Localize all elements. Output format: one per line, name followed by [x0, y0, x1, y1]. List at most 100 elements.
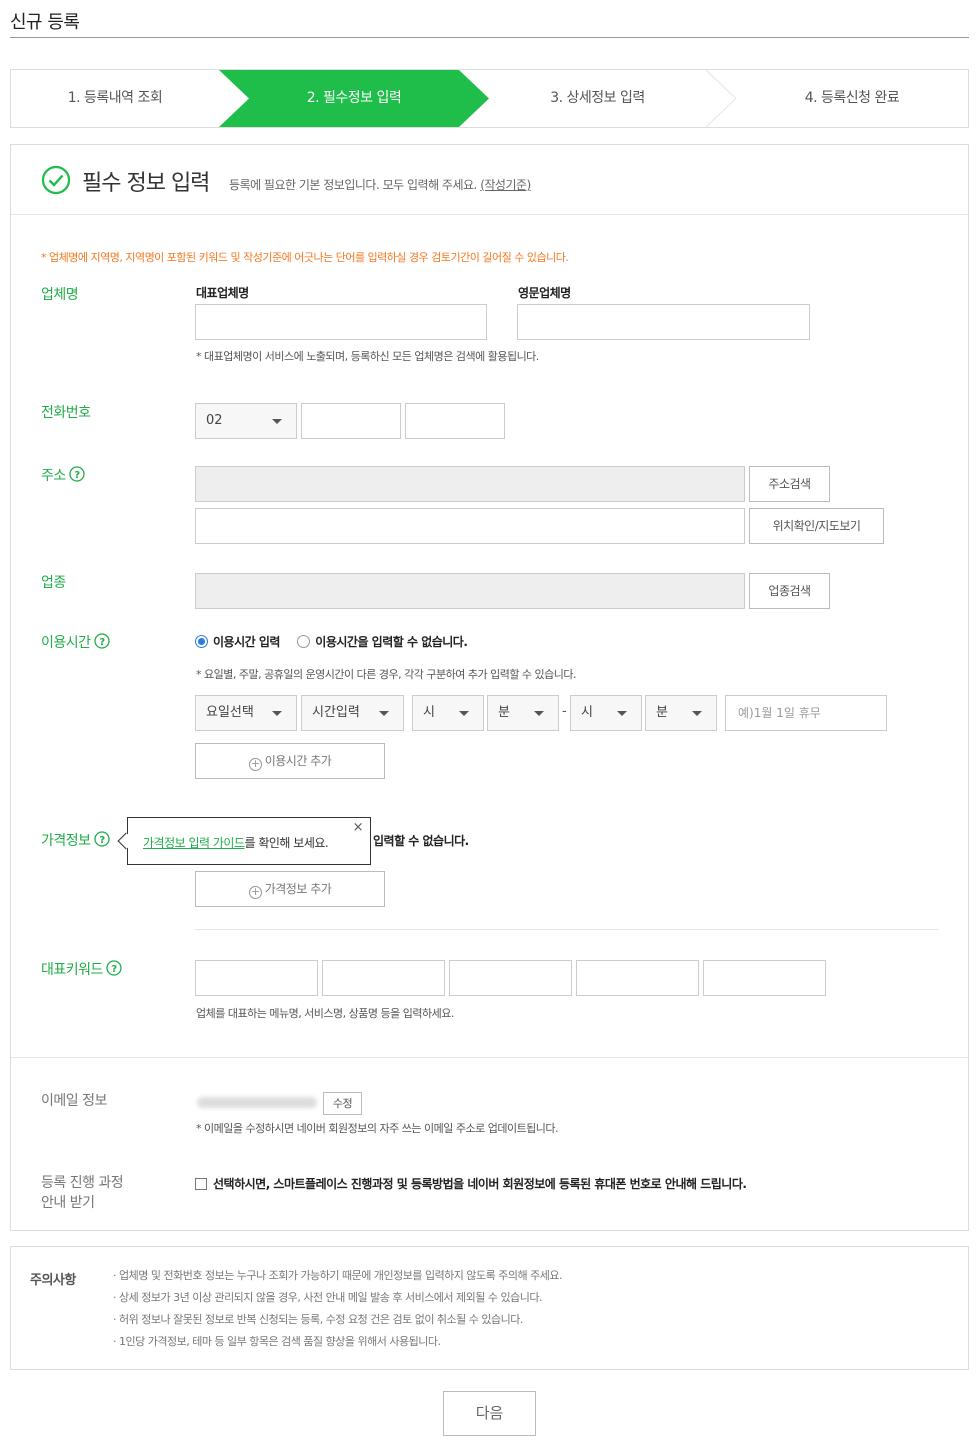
- category-search-button[interactable]: 업종검색: [749, 573, 830, 609]
- caution-item: 상세 정보가 3년 이상 관리되지 않을 경우, 사전 안내 메일 발송 후 서…: [113, 1290, 562, 1312]
- check-circle-icon: [41, 165, 71, 195]
- email-label: 이메일 정보: [41, 1093, 107, 1109]
- plus-icon: +: [248, 758, 262, 771]
- progress-notice-checkbox[interactable]: [195, 1178, 207, 1190]
- price-guide-link[interactable]: 가격정보 입력 가이드: [143, 836, 245, 850]
- keyword-input-1[interactable]: [195, 960, 318, 996]
- hours-radio-group: 이용시간 입력 이용시간을 입력할 수 없습니다.: [195, 633, 468, 650]
- step-3: 3. 상세정보 입력: [550, 90, 645, 106]
- business-name-note: * 대표업체명이 서비스에 노출되며, 등록하신 모든 업체명은 검색에 활용됩…: [196, 350, 539, 363]
- help-icon[interactable]: ?: [106, 960, 122, 976]
- section-divider: [11, 1057, 968, 1058]
- map-view-button[interactable]: 위치확인/지도보기: [749, 508, 884, 544]
- tooltip-text: 를 확인해 보세요.: [244, 836, 329, 850]
- chevron-down-icon: [459, 711, 469, 716]
- svg-text:?: ?: [99, 835, 105, 846]
- phone-label: 전화번호: [41, 405, 91, 421]
- step-2-active: 2. 필수정보 입력: [306, 90, 402, 106]
- caution-item: 1인당 가격정보, 테마 등 일부 항목은 검색 품질 향상을 위해서 사용됩니…: [113, 1334, 562, 1356]
- day-select-value: 요일선택: [206, 705, 254, 720]
- start-hour-select[interactable]: 시: [412, 695, 484, 731]
- address-search-button[interactable]: 주소검색: [749, 466, 830, 502]
- section-description: 등록에 필요한 기본 정보입니다. 모두 입력해 주세요. (작성기준): [229, 176, 531, 193]
- caution-item: 허위 정보나 잘못된 정보로 반복 신청되는 등록, 수정 요청 건은 검토 없…: [113, 1312, 562, 1334]
- criteria-link[interactable]: (작성기준): [480, 178, 531, 192]
- chevron-down-icon: [692, 711, 702, 716]
- svg-text:?: ?: [99, 637, 105, 648]
- add-price-button[interactable]: + 가격정보 추가: [195, 871, 385, 907]
- price-label: 가격정보?: [41, 830, 110, 850]
- step-1: 1. 등록내역 조회: [67, 90, 163, 106]
- address-detail-input[interactable]: [195, 508, 745, 544]
- page-title: 신규 등록: [10, 12, 80, 33]
- progress-notice-label: 등록 진행 과정 안내 받기: [41, 1173, 124, 1213]
- section-header: 필수 정보 입력 등록에 필요한 기본 정보입니다. 모두 입력해 주세요. (…: [11, 145, 968, 215]
- end-hour-select[interactable]: 시: [570, 695, 642, 731]
- keyword-input-2[interactable]: [322, 960, 445, 996]
- day-select[interactable]: 요일선택: [195, 695, 297, 731]
- keyword-input-3[interactable]: [449, 960, 572, 996]
- holiday-input[interactable]: 예)1월 1일 휴무: [725, 695, 887, 731]
- chevron-down-icon: [272, 419, 282, 424]
- progress-notice-option: 선택하시면, 스마트플레이스 진행과정 및 등록방법을 네이버 회원정보에 등록…: [195, 1175, 747, 1192]
- plus-icon: +: [248, 886, 262, 899]
- required-info-section: 필수 정보 입력 등록에 필요한 기본 정보입니다. 모두 입력해 주세요. (…: [10, 144, 969, 1231]
- help-icon[interactable]: ?: [93, 633, 110, 649]
- keywords-label-text: 대표키워드: [41, 962, 103, 978]
- keywords-label: 대표키워드?: [41, 959, 122, 979]
- area-code-select[interactable]: 02: [195, 403, 297, 439]
- time-range-dash: -: [562, 704, 567, 719]
- chevron-down-icon: [617, 711, 627, 716]
- caution-list: 업체명 및 전화번호 정보는 누구나 조회가 가능하기 때문에 개인정보를 입력…: [113, 1268, 563, 1356]
- hours-note: * 요일별, 주말, 공휴일의 운영시간이 다른 경우, 각각 구분하여 추가 …: [196, 668, 577, 681]
- add-hours-button[interactable]: + 이용시간 추가: [195, 743, 385, 779]
- eng-name-label: 영문업체명: [518, 286, 571, 300]
- section-desc-text: 등록에 필요한 기본 정보입니다. 모두 입력해 주세요.: [229, 178, 477, 192]
- add-hours-label: 이용시간 추가: [264, 754, 332, 768]
- email-note: * 이메일을 수정하시면 네이버 회원정보의 자주 쓰는 이메일 주소로 업데이…: [196, 1122, 559, 1135]
- next-button[interactable]: 다음: [443, 1391, 536, 1436]
- address-label-text: 주소: [41, 468, 66, 484]
- category-input: [195, 573, 745, 609]
- svg-text:?: ?: [111, 964, 117, 975]
- title-divider: [10, 37, 969, 38]
- time-mode-select[interactable]: 시간입력: [301, 695, 404, 731]
- chevron-down-icon: [379, 711, 389, 716]
- business-name-label: 업체명: [41, 287, 79, 303]
- progress-notice-label-line1: 등록 진행 과정: [41, 1175, 124, 1191]
- hours-none-radio[interactable]: [297, 635, 311, 648]
- rep-name-input[interactable]: [195, 304, 487, 340]
- start-minute-value: 분: [498, 705, 510, 720]
- price-label-text: 가격정보: [41, 833, 91, 849]
- end-minute-value: 분: [656, 705, 668, 720]
- hours-input-radio-label: 이용시간 입력: [213, 635, 280, 649]
- keywords-note: 업체를 대표하는 메뉴명, 서비스명, 상품명 등을 입력하세요.: [196, 1007, 454, 1020]
- start-minute-select[interactable]: 분: [487, 695, 559, 731]
- add-price-label: 가격정보 추가: [264, 882, 332, 896]
- phone-part2-input[interactable]: [301, 403, 401, 439]
- hours-label-text: 이용시간: [41, 635, 91, 651]
- phone-part3-input[interactable]: [405, 403, 505, 439]
- help-icon[interactable]: ?: [69, 466, 85, 482]
- step-progress: 1. 등록내역 조회 2. 필수정보 입력 3. 상세정보 입력 4. 등록신청…: [10, 69, 969, 128]
- help-icon[interactable]: ?: [93, 831, 110, 847]
- caution-box: 주의사항 업체명 및 전화번호 정보는 누구나 조회가 가능하기 때문에 개인정…: [10, 1246, 969, 1370]
- close-icon[interactable]: ×: [353, 820, 364, 835]
- eng-name-input[interactable]: [517, 304, 810, 340]
- address-label: 주소?: [41, 465, 85, 485]
- section-title: 필수 정보 입력: [82, 171, 210, 196]
- end-minute-select[interactable]: 분: [645, 695, 717, 731]
- keyword-divider: [195, 929, 938, 930]
- address-input: [195, 466, 745, 502]
- keyword-input-5[interactable]: [703, 960, 826, 996]
- email-edit-button[interactable]: 수정: [323, 1092, 362, 1115]
- hours-input-radio[interactable]: [195, 635, 208, 648]
- chevron-down-icon: [534, 711, 544, 716]
- area-code-value: 02: [206, 413, 223, 428]
- caution-item: 업체명 및 전화번호 정보는 누구나 조회가 가능하기 때문에 개인정보를 입력…: [113, 1268, 563, 1290]
- price-none-label: 입력할 수 없습니다.: [373, 834, 469, 848]
- progress-notice-checkbox-label: 선택하시면, 스마트플레이스 진행과정 및 등록방법을 네이버 회원정보에 등록…: [213, 1177, 747, 1191]
- keyword-input-4[interactable]: [576, 960, 699, 996]
- price-guide-tooltip: 가격정보 입력 가이드를 확인해 보세요. ×: [117, 817, 371, 865]
- category-label: 업종: [41, 575, 66, 591]
